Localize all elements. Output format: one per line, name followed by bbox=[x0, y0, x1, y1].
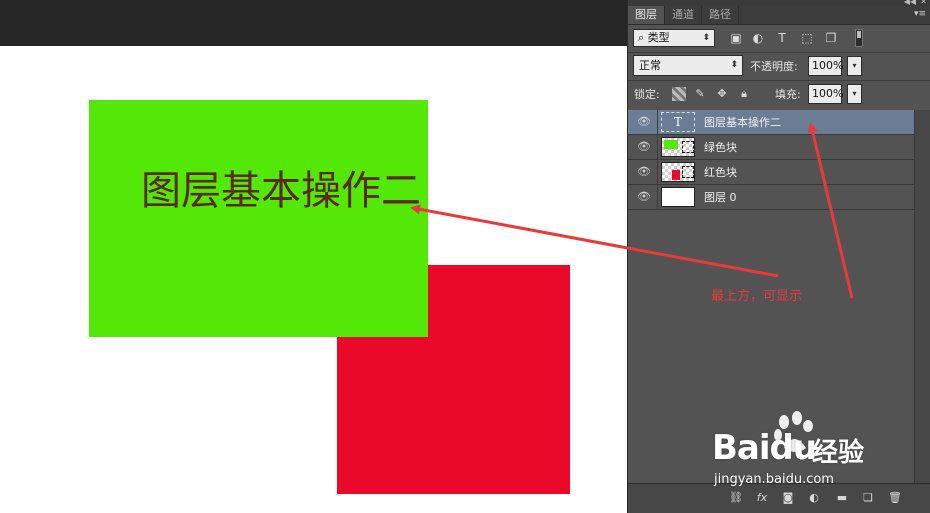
white-layer-thumbnail bbox=[661, 187, 695, 207]
divider bbox=[657, 185, 658, 210]
lock-image-pixels-icon[interactable]: ✎ bbox=[693, 87, 707, 101]
filter-row: ⌕ 类型 ⬍ ▣ ◐ T ⬚ ❐ bbox=[628, 25, 930, 53]
vector-mask-icon bbox=[682, 166, 694, 178]
watermark-brand: Baidu bbox=[712, 428, 817, 468]
green-layer-thumbnail bbox=[661, 137, 695, 157]
layer-row-text[interactable]: 👁︎ T 图层基本操作二 bbox=[628, 110, 915, 135]
blend-mode-value: 正常 bbox=[639, 59, 661, 72]
annotation-text: 最上方，可显示 bbox=[711, 289, 803, 304]
opacity-dropdown-button[interactable]: ▾ bbox=[847, 56, 862, 76]
layer-filter-select[interactable]: ⌕ 类型 ⬍ bbox=[633, 29, 715, 47]
eye-icon[interactable]: 👁︎ bbox=[636, 191, 652, 203]
tab-paths[interactable]: 路径 bbox=[702, 6, 739, 24]
lock-position-icon[interactable]: ✥ bbox=[715, 87, 729, 101]
vector-mask-icon bbox=[682, 141, 694, 153]
adjustment-filter-icon[interactable]: ◐ bbox=[750, 30, 766, 46]
watermark-chinese: 经验 bbox=[812, 438, 865, 468]
opacity-label: 不透明度: bbox=[750, 60, 798, 73]
panel-tabs: 图层 通道 路径 ▾≡ bbox=[628, 6, 930, 25]
baidu-jingyan-watermark: Baidu 经验 jingyan.baidu.com bbox=[712, 408, 902, 498]
search-icon: ⌕ bbox=[638, 31, 645, 44]
layer-name[interactable]: 图层基本操作二 bbox=[704, 110, 781, 135]
shape-filter-icon[interactable]: ⬚ bbox=[799, 30, 815, 46]
lock-all-icon[interactable]: 🔒︎ bbox=[737, 87, 751, 101]
eye-icon[interactable]: 👁︎ bbox=[636, 166, 652, 178]
watermark-url: jingyan.baidu.com bbox=[714, 472, 834, 487]
lock-label: 锁定: bbox=[634, 88, 660, 101]
canvas-text-layer[interactable]: 图层基本操作二 bbox=[141, 158, 421, 216]
divider bbox=[657, 160, 658, 185]
filter-type-label: 类型 bbox=[647, 31, 670, 44]
type-filter-icon[interactable]: T bbox=[774, 30, 790, 46]
fill-dropdown-button[interactable]: ▾ bbox=[847, 84, 862, 104]
smart-object-filter-icon[interactable]: ❐ bbox=[823, 30, 839, 46]
tab-channels[interactable]: 通道 bbox=[665, 6, 702, 24]
layer-name[interactable]: 绿色块 bbox=[704, 135, 737, 160]
blend-mode-select[interactable]: 正常 ⬍ bbox=[633, 55, 743, 76]
red-thumbnail-fill bbox=[672, 170, 680, 180]
red-layer-thumbnail bbox=[661, 162, 695, 182]
layer-name[interactable]: 红色块 bbox=[704, 160, 737, 185]
image-filter-icon[interactable]: ▣ bbox=[728, 30, 744, 46]
fill-label: 填充: bbox=[775, 88, 801, 101]
green-block-shape[interactable] bbox=[89, 100, 428, 337]
eye-icon[interactable]: 👁︎ bbox=[636, 141, 652, 153]
updown-arrow-icon: ⬍ bbox=[702, 33, 710, 43]
opacity-input[interactable]: 100% bbox=[808, 56, 843, 76]
layer-row-background[interactable]: 👁︎ 图层 0 bbox=[628, 185, 915, 210]
layers-scrollbar[interactable] bbox=[914, 110, 930, 483]
panel-menu-icon[interactable]: ▾≡ bbox=[914, 9, 926, 19]
divider bbox=[628, 80, 930, 81]
layer-row-red[interactable]: 👁︎ 红色块 bbox=[628, 160, 915, 185]
text-layer-thumbnail: T bbox=[661, 112, 695, 132]
divider bbox=[657, 110, 658, 135]
layer-row-green[interactable]: 👁︎ 绿色块 bbox=[628, 135, 915, 160]
lock-transparent-pixels-icon[interactable] bbox=[672, 87, 686, 101]
divider bbox=[657, 135, 658, 160]
eye-icon[interactable]: 👁︎ bbox=[636, 116, 652, 128]
updown-arrow-icon: ⬍ bbox=[730, 60, 738, 70]
layers-list: 👁︎ T 图层基本操作二 👁︎ 绿色块 👁︎ 红色块 👁︎ 图层 0 bbox=[628, 110, 915, 210]
layer-name[interactable]: 图层 0 bbox=[704, 185, 737, 210]
green-thumbnail-fill bbox=[664, 140, 678, 149]
document-canvas[interactable]: 图层基本操作二 bbox=[0, 46, 628, 513]
fill-input[interactable]: 100% bbox=[808, 84, 843, 104]
tab-layers[interactable]: 图层 bbox=[628, 6, 665, 24]
filter-toggle-switch[interactable] bbox=[855, 29, 863, 47]
